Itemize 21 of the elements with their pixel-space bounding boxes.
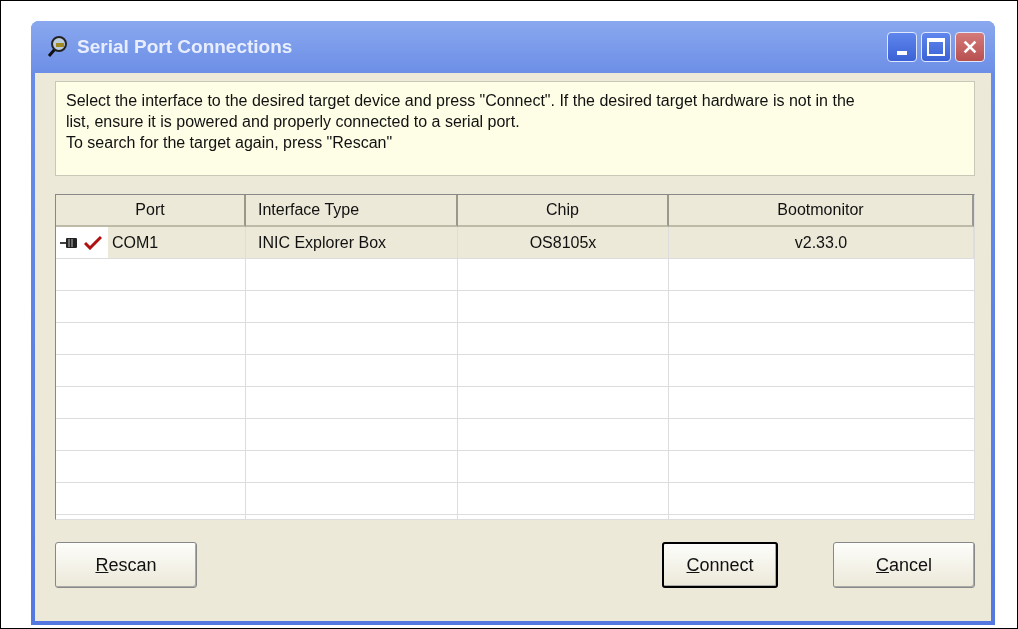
column-header[interactable]: Chip bbox=[458, 195, 669, 227]
table-row[interactable]: COM1 INIC Explorer Box OS8105x v2.33.0 bbox=[56, 227, 974, 259]
dialog-button[interactable]: Cancel bbox=[833, 542, 975, 588]
window-title: Serial Port Connections bbox=[77, 36, 294, 58]
table-cell: v2.33.0 bbox=[794, 233, 848, 252]
table-cell: COM1 bbox=[112, 233, 159, 252]
column-header[interactable]: Bootmonitor bbox=[669, 195, 974, 227]
maximize-button[interactable] bbox=[921, 32, 951, 62]
info-text: To search for the target again, press "Rescan" bbox=[66, 133, 394, 153]
magnifier-icon bbox=[45, 35, 69, 59]
close-icon bbox=[961, 38, 979, 56]
column-header[interactable]: Interface Type bbox=[246, 195, 458, 227]
info-text: Select the interface to the desired target device and press "Connect". If the desired target hardware is not in the list, ensure it is powered and properly connected to a serial port. bbox=[66, 91, 856, 132]
minimize-button[interactable] bbox=[887, 32, 917, 62]
column-header[interactable]: Port bbox=[56, 195, 246, 227]
table-cell: OS8105x bbox=[529, 233, 597, 252]
dialog-button[interactable]: Connect bbox=[662, 542, 778, 588]
dialog-button[interactable]: Rescan bbox=[55, 542, 197, 588]
close-button[interactable] bbox=[955, 32, 985, 62]
plug-icon bbox=[60, 236, 80, 249]
table-cell: INIC Explorer Box bbox=[258, 233, 387, 252]
